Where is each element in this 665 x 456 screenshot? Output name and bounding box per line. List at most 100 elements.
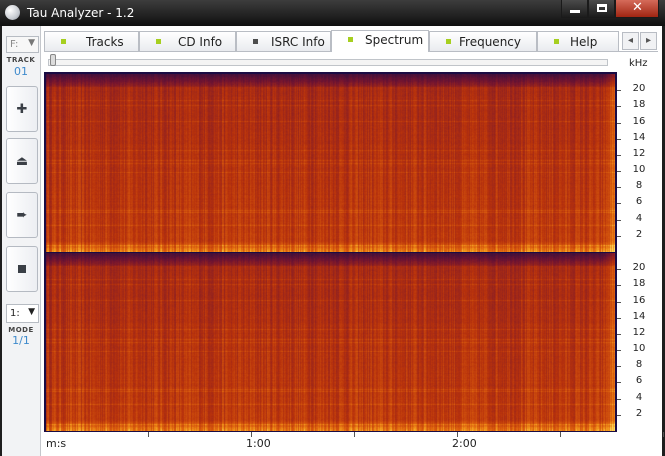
plus-icon: ✚ — [16, 101, 28, 117]
spectrogram-panel — [44, 72, 617, 432]
tab-label: Spectrum — [365, 33, 424, 47]
time-tick-mark — [663, 432, 664, 437]
close-button[interactable]: ✕ — [615, 0, 659, 18]
tab-help[interactable]: Help — [537, 31, 619, 51]
position-slider-track[interactable] — [48, 59, 608, 66]
frequency-tick-label: 14 — [632, 311, 646, 322]
tab-scroll-left-button[interactable]: ◂ — [622, 32, 639, 50]
minimize-icon — [570, 10, 580, 13]
chevron-down-icon: ▼ — [28, 38, 35, 48]
frequency-tick-mark — [617, 269, 621, 270]
frequency-tick-mark — [617, 139, 621, 140]
frequency-tick-mark — [617, 187, 621, 188]
frequency-tick-label: 10 — [632, 343, 646, 354]
frequency-tick-label: 2 — [635, 408, 643, 419]
frequency-tick-label: 20 — [632, 83, 646, 94]
frequency-tick-label: 2 — [635, 229, 643, 240]
eject-icon: ⏏ — [15, 153, 29, 169]
maximize-icon — [597, 4, 607, 12]
track-label: TRACK — [6, 56, 36, 64]
time-label: 1:00 — [246, 437, 271, 450]
status-indicator — [554, 39, 559, 44]
tab-label: Tracks — [86, 35, 124, 49]
frequency-tick-label: 20 — [632, 262, 646, 273]
frequency-tick-label: 6 — [635, 196, 643, 207]
time-tick-mark — [354, 432, 355, 437]
status-indicator — [156, 39, 161, 44]
frequency-tick-mark — [617, 366, 621, 367]
time-unit-label: m:s — [46, 437, 67, 450]
stop-icon — [18, 265, 26, 273]
frequency-unit-label: kHz — [629, 58, 648, 69]
time-label: 2:00 — [452, 437, 477, 450]
frequency-tick-mark — [617, 399, 621, 400]
drive-select-value: F: — [10, 39, 19, 50]
stop-button[interactable] — [6, 246, 38, 292]
frequency-tick-mark — [617, 236, 621, 237]
frequency-tick-label: 12 — [632, 148, 646, 159]
tab-frequency[interactable]: Frequency — [429, 31, 537, 51]
app-icon — [5, 5, 20, 20]
control-sidebar: F: ▼ TRACK 01 ✚ ⏏ ➨ 1: ▼ MODE 1/1 — [2, 26, 41, 456]
tab-label: Help — [570, 35, 598, 49]
frequency-tick-label: 12 — [632, 327, 646, 338]
frequency-tick-mark — [617, 415, 621, 416]
minimize-button[interactable] — [561, 0, 588, 18]
frequency-tick-mark — [617, 382, 621, 383]
tab-scroll-right-button[interactable]: ▸ — [640, 32, 657, 50]
drive-select[interactable]: F: ▼ — [6, 36, 39, 53]
frequency-tick-label: 10 — [632, 164, 646, 175]
tab-spectrum[interactable]: Spectrum — [331, 30, 429, 52]
tab-isrc-info[interactable]: ISRC Info — [236, 31, 331, 51]
frequency-tick-mark — [617, 334, 621, 335]
position-slider-thumb[interactable] — [50, 54, 56, 66]
close-icon: ✕ — [632, 0, 643, 15]
frequency-tick-label: 4 — [635, 213, 643, 224]
tab-tracks[interactable]: Tracks — [44, 31, 139, 51]
status-indicator — [348, 37, 353, 42]
tab-bar: Tracks CD Info ISRC Info Spectrum Freque… — [44, 30, 658, 52]
time-tick-mark — [457, 432, 458, 437]
status-indicator — [61, 39, 66, 44]
play-button[interactable]: ➨ — [6, 192, 38, 238]
frequency-tick-label: 18 — [632, 278, 646, 289]
frequency-tick-mark — [617, 123, 621, 124]
tab-label: Frequency — [459, 35, 521, 49]
eject-button[interactable]: ⏏ — [6, 138, 38, 184]
frequency-tick-mark — [617, 220, 621, 221]
chevron-left-icon: ◂ — [627, 35, 634, 46]
arrow-right-icon: ➨ — [16, 207, 28, 223]
mode-select-value: 1: — [10, 308, 20, 319]
frequency-tick-mark — [617, 155, 621, 156]
spectrogram-left-channel — [46, 74, 615, 252]
spectrogram-right-channel — [46, 253, 615, 431]
tab-cd-info[interactable]: CD Info — [139, 31, 236, 51]
mode-select[interactable]: 1: ▼ — [6, 304, 39, 323]
frequency-tick-mark — [617, 318, 621, 319]
tab-label: CD Info — [178, 35, 223, 49]
title-bar: Tau Analyzer - 1.2 ✕ — [0, 0, 665, 26]
frequency-tick-mark — [617, 106, 621, 107]
status-indicator — [446, 39, 451, 44]
chevron-right-icon: ▸ — [645, 35, 652, 46]
frequency-tick-label: 4 — [635, 392, 643, 403]
window-title: Tau Analyzer - 1.2 — [27, 6, 135, 20]
frequency-tick-label: 14 — [632, 132, 646, 143]
mode-label: MODE — [8, 326, 34, 334]
frequency-tick-mark — [617, 203, 621, 204]
frequency-tick-label: 18 — [632, 99, 646, 110]
frequency-tick-label: 16 — [632, 295, 646, 306]
frequency-tick-mark — [617, 285, 621, 286]
time-tick-mark — [251, 432, 252, 437]
frequency-tick-label: 16 — [632, 116, 646, 127]
track-number: 01 — [14, 65, 28, 78]
frequency-tick-mark — [617, 302, 621, 303]
time-tick-mark — [148, 432, 149, 437]
frequency-tick-mark — [617, 90, 621, 91]
frequency-tick-mark — [617, 350, 621, 351]
tab-label: ISRC Info — [271, 35, 325, 49]
add-button[interactable]: ✚ — [6, 86, 38, 132]
chevron-down-icon: ▼ — [28, 307, 35, 317]
time-axis — [44, 432, 617, 454]
maximize-button[interactable] — [588, 0, 615, 18]
